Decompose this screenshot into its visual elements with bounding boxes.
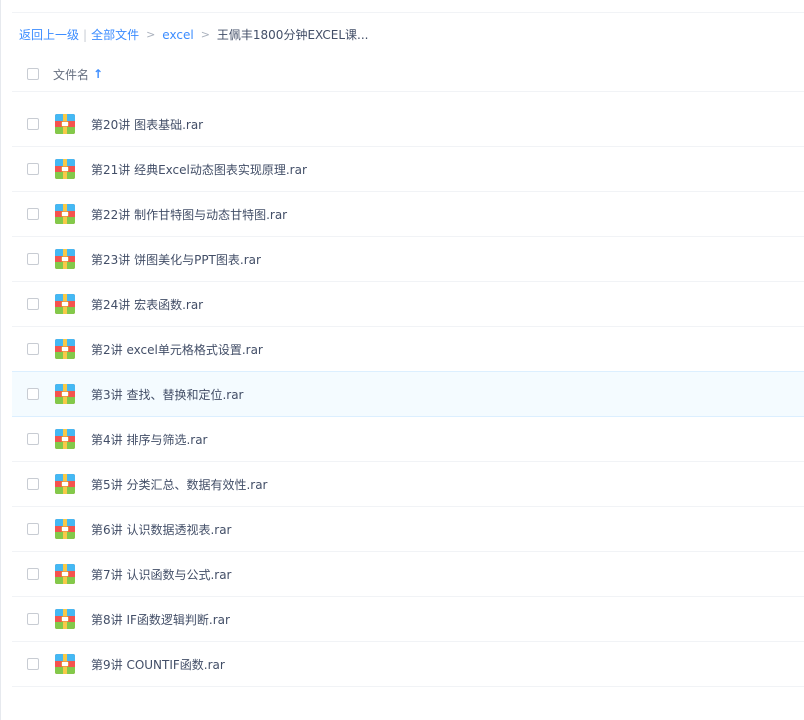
breadcrumb-arrow-icon: >	[146, 28, 156, 41]
top-divider	[12, 12, 804, 13]
file-checkbox[interactable]	[27, 478, 39, 490]
all-files-link[interactable]: 全部文件	[91, 27, 139, 43]
file-name[interactable]: 第5讲 分类汇总、数据有效性.rar	[91, 476, 268, 493]
file-name[interactable]: 第23讲 饼图美化与PPT图表.rar	[91, 251, 261, 268]
file-row[interactable]: 第9讲 COUNTIF函数.rar	[12, 642, 804, 687]
file-name[interactable]: 第8讲 IF函数逻辑判断.rar	[91, 611, 230, 628]
file-row[interactable]: 第7讲 认识函数与公式.rar	[12, 552, 804, 597]
select-all-checkbox[interactable]	[27, 68, 39, 80]
rar-archive-icon	[55, 519, 75, 539]
file-list: 第20讲 图表基础.rar 第21讲 经典Excel动态图表实现原理.rar 第…	[12, 102, 804, 687]
panel-left-border	[0, 0, 1, 720]
file-row[interactable]: 第5讲 分类汇总、数据有效性.rar	[12, 462, 804, 507]
breadcrumb-arrow-icon: >	[200, 28, 210, 41]
file-name[interactable]: 第4讲 排序与筛选.rar	[91, 431, 208, 448]
file-checkbox[interactable]	[27, 118, 39, 130]
rar-archive-icon	[55, 429, 75, 449]
file-row[interactable]: 第4讲 排序与筛选.rar	[12, 417, 804, 462]
file-name[interactable]: 第20讲 图表基础.rar	[91, 116, 203, 133]
rar-archive-icon	[55, 114, 75, 134]
file-checkbox[interactable]	[27, 388, 39, 400]
file-name[interactable]: 第21讲 经典Excel动态图表实现原理.rar	[91, 161, 307, 178]
file-name[interactable]: 第9讲 COUNTIF函数.rar	[91, 656, 225, 673]
file-checkbox[interactable]	[27, 523, 39, 535]
rar-archive-icon	[55, 384, 75, 404]
file-list-header: 文件名 ↑	[12, 57, 804, 92]
back-link[interactable]: 返回上一级	[19, 27, 79, 43]
current-folder: 王佩丰1800分钟EXCEL课...	[216, 28, 369, 42]
file-checkbox[interactable]	[27, 433, 39, 445]
file-checkbox[interactable]	[27, 343, 39, 355]
column-name-header[interactable]: 文件名	[53, 66, 89, 83]
file-name[interactable]: 第22讲 制作甘特图与动态甘特图.rar	[91, 206, 287, 223]
file-name[interactable]: 第2讲 excel单元格格式设置.rar	[91, 341, 263, 358]
file-row[interactable]: 第23讲 饼图美化与PPT图表.rar	[12, 237, 804, 282]
rar-archive-icon	[55, 474, 75, 494]
file-row[interactable]: 第3讲 查找、替换和定位.rar	[12, 371, 804, 417]
rar-archive-icon	[55, 609, 75, 629]
file-checkbox[interactable]	[27, 613, 39, 625]
rar-archive-icon	[55, 294, 75, 314]
file-checkbox[interactable]	[27, 658, 39, 670]
file-row[interactable]: 第8讲 IF函数逻辑判断.rar	[12, 597, 804, 642]
file-checkbox[interactable]	[27, 298, 39, 310]
file-checkbox[interactable]	[27, 253, 39, 265]
folder-excel-link[interactable]: excel	[162, 27, 193, 43]
file-row[interactable]: 第6讲 认识数据透视表.rar	[12, 507, 804, 552]
breadcrumb-separator: |	[83, 28, 88, 42]
rar-archive-icon	[55, 204, 75, 224]
file-row[interactable]: 第21讲 经典Excel动态图表实现原理.rar	[12, 147, 804, 192]
file-row[interactable]: 第24讲 宏表函数.rar	[12, 282, 804, 327]
sort-ascending-icon[interactable]: ↑	[93, 67, 103, 81]
rar-archive-icon	[55, 159, 75, 179]
file-row[interactable]: 第20讲 图表基础.rar	[12, 102, 804, 147]
rar-archive-icon	[55, 654, 75, 674]
file-name[interactable]: 第7讲 认识函数与公式.rar	[91, 566, 232, 583]
file-checkbox[interactable]	[27, 568, 39, 580]
file-row[interactable]: 第22讲 制作甘特图与动态甘特图.rar	[12, 192, 804, 237]
file-checkbox[interactable]	[27, 163, 39, 175]
file-name[interactable]: 第3讲 查找、替换和定位.rar	[91, 386, 244, 403]
rar-archive-icon	[55, 339, 75, 359]
file-row[interactable]: 第2讲 excel单元格格式设置.rar	[12, 327, 804, 372]
rar-archive-icon	[55, 249, 75, 269]
file-checkbox[interactable]	[27, 208, 39, 220]
breadcrumb: 返回上一级 | 全部文件 > excel > 王佩丰1800分钟EXCEL课..…	[19, 27, 368, 43]
file-name[interactable]: 第24讲 宏表函数.rar	[91, 296, 203, 313]
rar-archive-icon	[55, 564, 75, 584]
file-name[interactable]: 第6讲 认识数据透视表.rar	[91, 521, 232, 538]
